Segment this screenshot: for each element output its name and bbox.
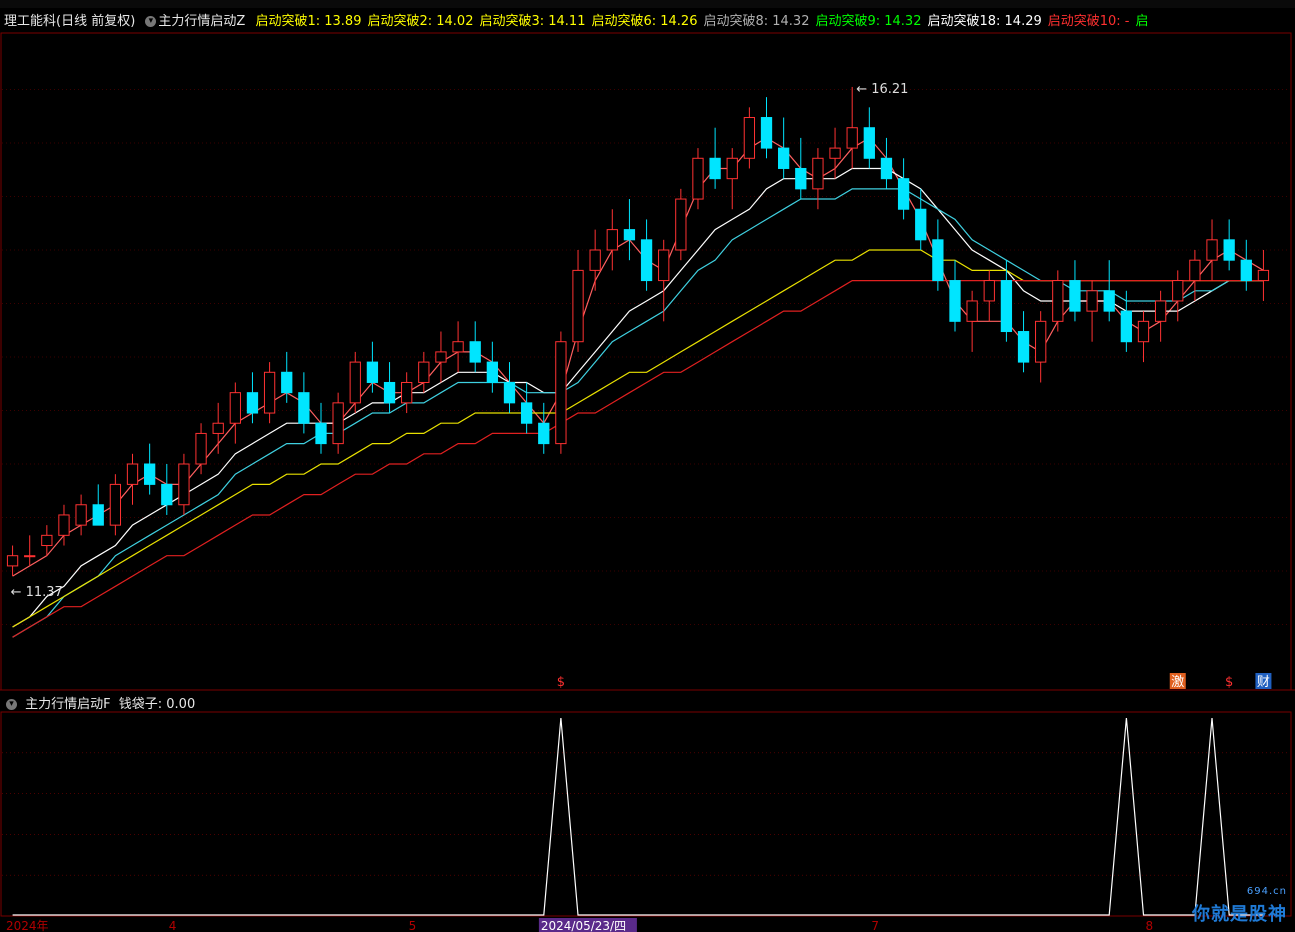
date-label-5: 8 — [1145, 919, 1153, 932]
signal-marker-3: $ — [1225, 675, 1233, 690]
candle-body — [1017, 331, 1030, 363]
candle-body — [109, 483, 122, 526]
candle-body — [469, 341, 481, 363]
candle-body — [92, 504, 104, 526]
candle-body — [41, 534, 53, 547]
stock-chart[interactable]: ← 16.21← 11.37$激财$2024年452024/05/23/四789 — [0, 0, 1295, 932]
candle-body — [75, 504, 87, 526]
candle-body — [795, 167, 807, 190]
candle-body — [1189, 259, 1201, 282]
low-price-marker: ← 11.37 — [11, 585, 63, 600]
candle-body — [743, 117, 756, 159]
candle-body — [1069, 280, 1081, 312]
candle-body — [1154, 300, 1167, 322]
candle-body — [966, 300, 978, 322]
candle-body — [401, 381, 413, 404]
candle-body — [778, 147, 790, 169]
candle-body — [503, 381, 516, 404]
candle-body — [1000, 280, 1013, 333]
candle-body — [726, 157, 738, 180]
date-label-1: 4 — [169, 919, 177, 932]
watermark-text: 你就是股神 — [1192, 904, 1287, 925]
candle-body — [161, 483, 173, 506]
candle-body — [332, 402, 344, 445]
candle-body — [144, 463, 156, 485]
main-panel-frame — [0, 32, 1292, 691]
watermark-site: 694.cn — [1246, 886, 1287, 897]
candle-body — [692, 157, 704, 200]
candle-body — [520, 402, 533, 424]
candle-body — [263, 371, 276, 414]
date-label-4: 7 — [871, 919, 879, 932]
candle-body — [640, 239, 653, 282]
candle-body — [897, 178, 910, 210]
candle-body — [6, 555, 19, 567]
signal-marker-1: 激 — [1171, 675, 1184, 690]
candle-body — [932, 239, 944, 282]
candle-body — [1240, 259, 1252, 282]
date-label-3: 2024/05/23/四 — [541, 919, 626, 932]
candle-body — [589, 249, 601, 271]
candle-body — [1035, 320, 1047, 363]
ma-line-白线 — [12, 167, 1264, 628]
candle-body — [435, 351, 447, 363]
candle-body — [709, 157, 721, 180]
candle-body — [229, 392, 241, 424]
sub-panel-frame — [0, 711, 1292, 917]
candle-body — [675, 198, 687, 251]
candle-body — [195, 432, 207, 465]
date-label-2: 5 — [409, 919, 417, 932]
candle-body — [383, 381, 396, 404]
candle-body — [606, 229, 618, 251]
candle-body — [418, 361, 430, 383]
candle-body — [623, 229, 636, 241]
candle-body — [315, 422, 327, 445]
candle-body — [538, 422, 550, 445]
candle-body — [846, 127, 858, 149]
candle-body — [555, 341, 567, 445]
candle-body — [1223, 239, 1235, 261]
candle-body — [212, 422, 224, 434]
candle-body — [1137, 320, 1150, 343]
candle-body — [126, 463, 139, 485]
candle-body — [178, 463, 190, 506]
ma-line-青线 — [12, 188, 1264, 638]
candle-body — [58, 514, 70, 536]
candle-body — [486, 361, 498, 383]
candle-body — [658, 249, 670, 282]
candle-body — [366, 361, 379, 383]
watermark: 694.cn 你就是股神 — [1192, 886, 1287, 926]
candle-body — [1103, 290, 1115, 312]
high-price-marker: ← 16.21 — [856, 82, 908, 97]
candle-body — [1052, 280, 1064, 322]
candle-body — [863, 127, 875, 159]
candle-body — [1206, 239, 1218, 261]
candle-body — [281, 371, 293, 394]
candle-body — [983, 280, 995, 302]
signal-marker-2: 财 — [1257, 675, 1270, 690]
candle-body — [452, 341, 464, 353]
candle-body — [829, 147, 841, 159]
candle-body — [572, 269, 584, 343]
signal-marker-0: $ — [557, 675, 565, 690]
candle-body — [812, 157, 824, 190]
candle-body — [24, 555, 36, 558]
candle-body — [915, 208, 927, 241]
sub-indicator-line — [12, 717, 1264, 916]
candle-body — [1172, 280, 1184, 302]
date-label-0: 2024年 — [6, 919, 49, 932]
candle-body — [1086, 290, 1098, 312]
candle-body — [298, 392, 310, 424]
candle-body — [1257, 269, 1270, 282]
candle-body — [349, 361, 361, 404]
candle-body — [246, 392, 259, 414]
candle-body — [1120, 310, 1132, 343]
candle-body — [760, 117, 773, 149]
candle-body — [880, 157, 893, 180]
candle-body — [949, 280, 961, 322]
